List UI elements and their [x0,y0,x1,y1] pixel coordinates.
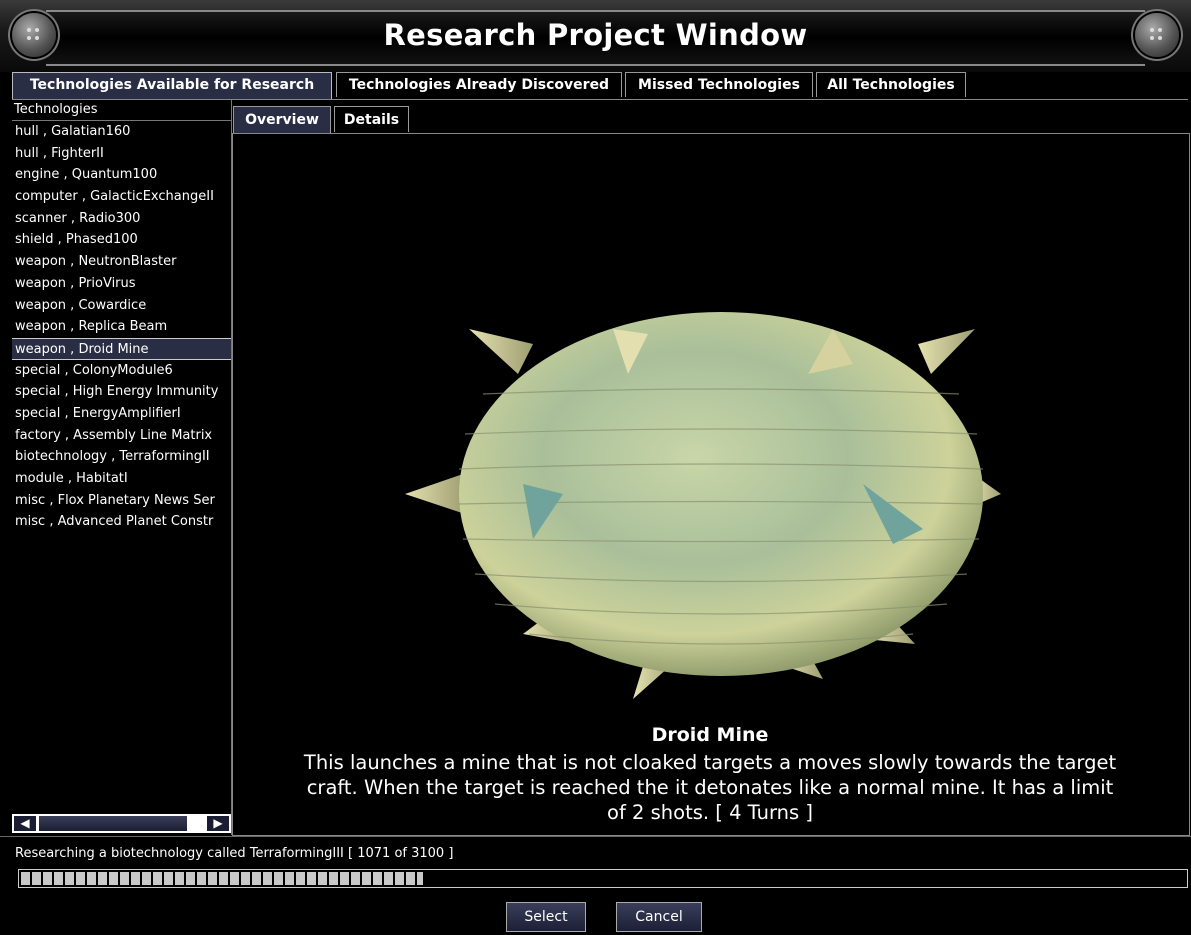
title-bar: Research Project Window [0,0,1191,72]
research-window: Research Project Window Technologies Ava… [0,0,1191,935]
tab-available[interactable]: Technologies Available for Research [12,72,332,100]
list-item[interactable]: misc , Flox Planetary News Ser [12,490,231,512]
list-item[interactable]: shield , Phased100 [12,229,231,251]
scroll-left-icon[interactable]: ◀ [14,816,36,831]
list-item[interactable]: misc , Advanced Planet Constr [12,511,231,533]
list-item[interactable]: scanner , Radio300 [12,208,231,230]
list-item[interactable]: weapon , Replica Beam [12,316,231,338]
list-items: hull , Galatian160 hull , FighterII engine… [12,121,231,533]
scroll-right-icon[interactable]: ▶ [207,816,229,831]
dots-icon [1150,28,1164,42]
cancel-button[interactable]: Cancel [616,902,702,932]
list-item[interactable]: factory , Assembly Line Matrix [12,425,231,447]
list-item[interactable]: computer , GalacticExchangeII [12,186,231,208]
select-button[interactable]: Select [506,902,586,932]
tab-all[interactable]: All Technologies [816,72,966,97]
list-header: Technologies [12,100,231,121]
window-title: Research Project Window [383,18,808,52]
tab-details[interactable]: Details [334,106,409,132]
tab-overview[interactable]: Overview [233,106,331,134]
list-item[interactable]: biotechnology , TerraformingII [12,446,231,468]
list-horizontal-scrollbar[interactable]: ◀ ▶ [12,814,231,833]
list-item[interactable]: hull , FighterII [12,143,231,165]
tab-discovered[interactable]: Technologies Already Discovered [336,72,622,97]
window-menu-knob-left[interactable] [12,13,56,57]
list-item[interactable]: weapon , Droid Mine [12,337,231,360]
list-item[interactable]: weapon , NeutronBlaster [12,251,231,273]
technology-list: Technologies hull , Galatian160 hull , Fi… [12,100,232,835]
scroll-thumb[interactable] [39,816,187,831]
list-item[interactable]: special , High Energy Immunity [12,381,231,403]
list-item[interactable]: special , ColonyModule6 [12,360,231,382]
window-menu-knob-right[interactable] [1135,13,1179,57]
technology-name: Droid Mine [651,724,769,746]
research-status-text: Researching a biotechnology called Terra… [15,846,454,861]
list-item[interactable]: weapon , Cowardice [12,295,231,317]
list-item[interactable]: module , HabitatI [12,468,231,490]
list-item[interactable]: special , EnergyAmplifierI [12,403,231,425]
research-progress-bar [18,869,1188,888]
list-item[interactable]: weapon , PrioVirus [12,273,231,295]
list-item[interactable]: engine , Quantum100 [12,164,231,186]
tab-missed[interactable]: Missed Technologies [625,72,813,97]
divider [0,836,1191,837]
list-item[interactable]: hull , Galatian160 [12,121,231,143]
dots-icon [27,28,41,42]
technology-description: This launches a mine that is not cloaked… [303,751,1117,824]
progress-fill [21,872,423,885]
